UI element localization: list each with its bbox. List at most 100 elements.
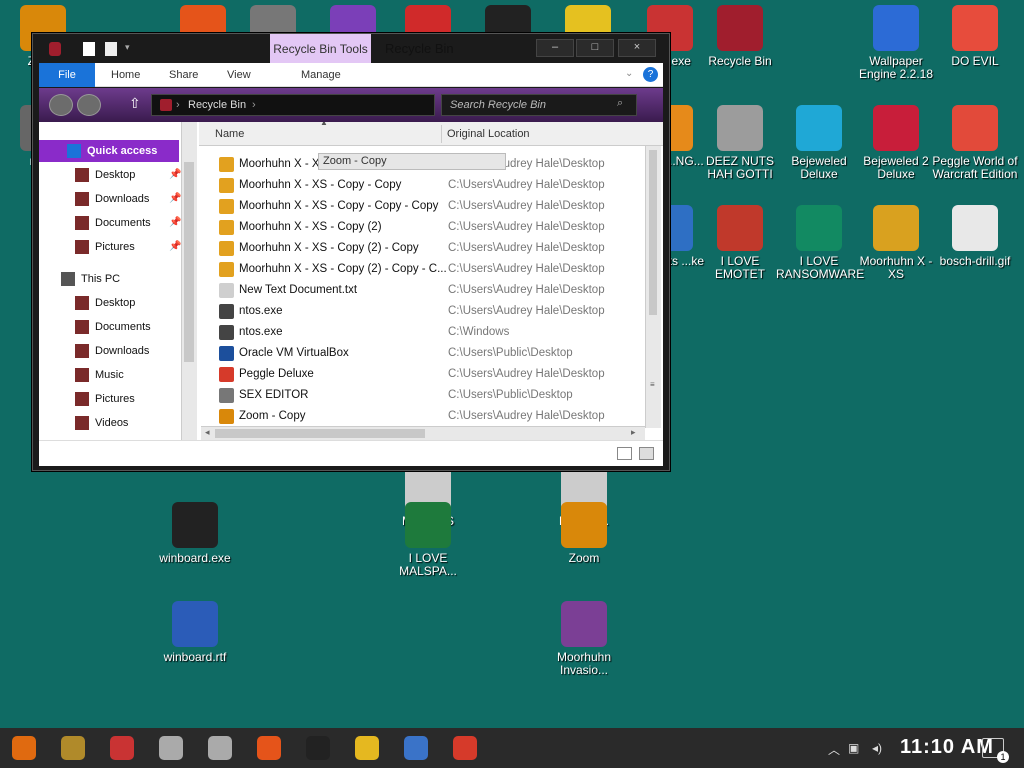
desktop-icon[interactable]: Peggle World of Warcraft Edition: [932, 105, 1018, 181]
desktop-icon[interactable]: DEEZ NUTS HAH GOTTI: [697, 105, 783, 181]
table-row[interactable]: Moorhuhn X - XS - Copy (2) - Copy C:\User…: [199, 238, 643, 259]
nav-this-pc[interactable]: This PC: [39, 268, 179, 290]
taskbar-app5-icon[interactable]: [208, 736, 232, 760]
desktop-icon[interactable]: Bejeweled 2 Deluxe: [853, 105, 939, 181]
new-folder-icon[interactable]: [105, 42, 117, 56]
scroll-thumb[interactable]: [184, 162, 194, 362]
nav-item-pc-music[interactable]: Music: [39, 364, 179, 386]
desktop-icon[interactable]: Wallpaper Engine 2.2.18: [853, 5, 939, 81]
desktop-icon[interactable]: DO EVIL: [932, 5, 1018, 68]
desktop-icon[interactable]: Bejeweled Deluxe: [776, 105, 862, 181]
scroll-thumb[interactable]: [649, 150, 657, 315]
desktop-icon[interactable]: winboard.rtf: [152, 601, 238, 664]
table-row[interactable]: Peggle Deluxe C:\Users\Audrey Hale\Deskto…: [199, 364, 643, 385]
customize-qat-icon[interactable]: ▾: [125, 42, 137, 56]
title-bar[interactable]: ▾ Recycle Bin Tools Recycle Bin – □ ×: [33, 34, 669, 63]
table-row[interactable]: Oracle VM VirtualBox C:\Users\Public\Desk…: [199, 343, 643, 364]
scroll-thumb[interactable]: [215, 429, 425, 438]
show-hidden-icons-icon[interactable]: ︿: [828, 741, 840, 758]
taskbar-start-icon[interactable]: [12, 736, 36, 760]
nav-item-documents[interactable]: Documents 📌: [39, 212, 181, 234]
taskbar-qbittorrent-icon[interactable]: [404, 736, 428, 760]
column-location[interactable]: Original Location: [447, 122, 530, 146]
desktop-icon[interactable]: Moorhuhn Invasio...: [541, 601, 627, 677]
table-row[interactable]: Moorhuhn X - XS - Copy (2) - Copy - C...…: [199, 259, 643, 280]
horizontal-scrollbar[interactable]: ◂ ▸: [201, 426, 645, 440]
file-name: Zoom - Copy: [239, 410, 306, 422]
file-icon: [219, 199, 234, 214]
maximize-button[interactable]: □: [576, 39, 614, 57]
tab-home[interactable]: Home: [111, 63, 140, 87]
tab-view[interactable]: View: [227, 63, 251, 87]
nav-item-pc-documents[interactable]: Documents: [39, 316, 179, 338]
table-row[interactable]: Moorhuhn X - XS - Copy - Copy - Copy C:\U…: [199, 196, 643, 217]
clock[interactable]: 11:10 AM: [900, 736, 994, 759]
app-icon: [172, 502, 218, 548]
desktop-icon[interactable]: winboard.exe: [152, 502, 238, 565]
desktop-icon-label: Moorhuhn X - XS: [859, 254, 933, 281]
table-row[interactable]: ntos.exe C:\Windows: [199, 322, 643, 343]
table-row[interactable]: Moorhuhn X - XS - Copy - Copy C:\Users\Au…: [199, 175, 643, 196]
taskbar-peggle-icon[interactable]: [453, 736, 477, 760]
nav-item-pc-downloads[interactable]: Downloads: [39, 340, 179, 362]
scroll-right-icon[interactable]: ▸: [631, 427, 636, 438]
nav-item-pc-videos[interactable]: Videos: [39, 412, 179, 434]
nav-scrollbar[interactable]: [181, 122, 197, 440]
help-icon[interactable]: ?: [643, 67, 658, 82]
app-icon: [873, 105, 919, 151]
nav-item-downloads[interactable]: Downloads 📌: [39, 188, 181, 210]
minimize-button[interactable]: –: [536, 39, 574, 57]
taskbar-firefox-icon[interactable]: [257, 736, 281, 760]
taskbar-app3-icon[interactable]: [110, 736, 134, 760]
folder-icon: [75, 344, 89, 358]
taskbar-app4-icon[interactable]: [159, 736, 183, 760]
recycle-bin-tools-tab[interactable]: Recycle Bin Tools: [270, 34, 371, 63]
network-icon[interactable]: ▣: [848, 741, 859, 755]
desktop-icon[interactable]: I LOVE EMOTET: [697, 205, 783, 281]
nav-item-desktop[interactable]: Desktop 📌: [39, 164, 181, 186]
table-row[interactable]: ntos.exe C:\Users\Audrey Hale\Desktop: [199, 301, 643, 322]
taskbar-app2-icon[interactable]: [61, 736, 85, 760]
back-button[interactable]: [49, 94, 73, 116]
table-row[interactable]: SEX EDITOR C:\Users\Public\Desktop: [199, 385, 643, 406]
taskbar-explorer-icon[interactable]: [355, 736, 379, 760]
desktop-icon[interactable]: bosch-drill.gif: [932, 205, 1018, 268]
file-icon: [219, 367, 234, 382]
folder-icon: [75, 240, 89, 254]
desktop-icon[interactable]: Recycle Bin: [697, 5, 783, 68]
address-bar[interactable]: › Recycle Bin ›: [151, 94, 435, 116]
file-icon: [219, 241, 234, 256]
scroll-left-icon[interactable]: ◂: [205, 427, 210, 438]
recycle-bin-icon: [49, 42, 61, 56]
desktop-icon[interactable]: Moorhuhn X - XS: [853, 205, 939, 281]
details-view-icon[interactable]: [617, 447, 632, 460]
tab-file[interactable]: File: [39, 63, 95, 87]
nav-item-pc-desktop[interactable]: Desktop: [39, 292, 179, 314]
close-button[interactable]: ×: [618, 39, 656, 57]
properties-icon[interactable]: [83, 42, 95, 56]
table-row[interactable]: Zoom - Copy C:\Users\Audrey Hale\Desktop: [199, 406, 643, 427]
table-row[interactable]: Moorhuhn X - XS - Copy (2) C:\Users\Audre…: [199, 217, 643, 238]
notification-icon[interactable]: 1: [982, 738, 1009, 763]
desktop-icon[interactable]: Zoom: [541, 502, 627, 565]
expand-ribbon-icon[interactable]: ⌄: [625, 68, 633, 79]
up-arrow-icon[interactable]: ⇧: [129, 95, 141, 112]
nav-item-pictures[interactable]: Pictures 📌: [39, 236, 181, 258]
desktop-icon[interactable]: I LOVE RANSOMWARE: [776, 205, 864, 281]
tab-share[interactable]: Share: [169, 63, 198, 87]
volume-icon[interactable]: ◂): [872, 741, 882, 755]
table-row[interactable]: New Text Document.txt C:\Users\Audrey Hal…: [199, 280, 643, 301]
nav-quick-access[interactable]: Quick access: [39, 140, 179, 162]
nav-item-pc-pictures[interactable]: Pictures: [39, 388, 179, 410]
content-scrollbar[interactable]: ≡: [645, 146, 661, 428]
taskbar-7zip-icon[interactable]: [306, 736, 330, 760]
column-name[interactable]: Name: [215, 122, 244, 146]
tab-manage[interactable]: Manage: [301, 63, 341, 87]
column-divider[interactable]: [441, 125, 442, 143]
desktop-icon[interactable]: I LOVE MALSPA...: [385, 502, 471, 578]
large-icons-view-icon[interactable]: [639, 447, 654, 460]
forward-button[interactable]: [77, 94, 101, 116]
search-input[interactable]: Search Recycle Bin: [441, 94, 637, 116]
ribbon-tabs: File Home Share View Manage ⌄ ?: [39, 63, 663, 87]
nav-label: Documents: [95, 321, 151, 333]
